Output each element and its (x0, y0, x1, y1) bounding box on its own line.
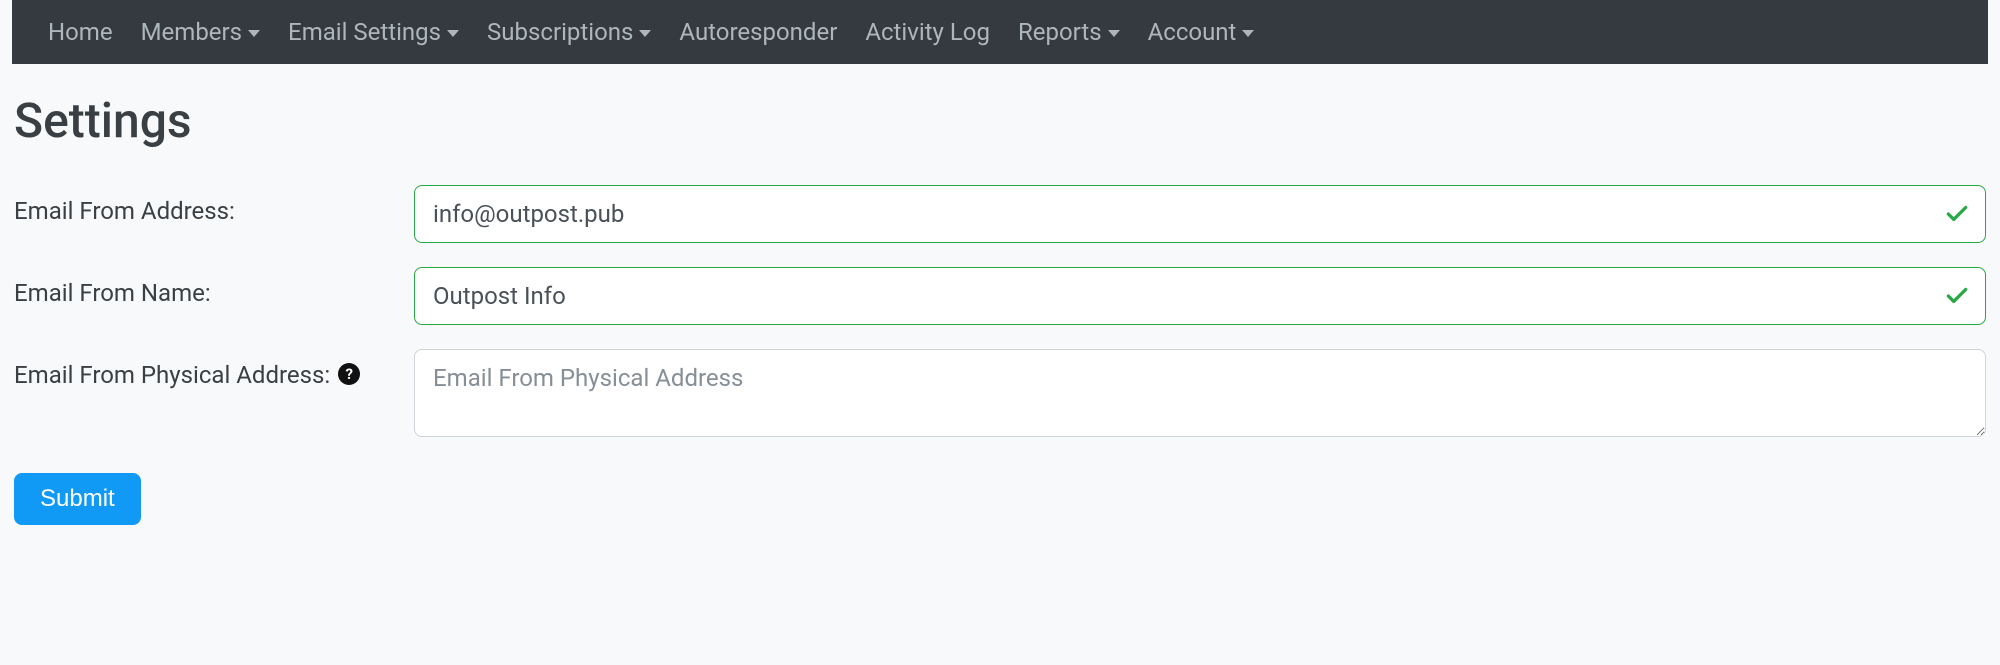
form-row-email-from-name: Email From Name: (14, 267, 1986, 325)
page-title: Settings (14, 92, 1986, 149)
form-row-email-from-address: Email From Address: (14, 185, 1986, 243)
navbar: Home Members Email Settings Subscription… (12, 0, 1988, 64)
nav-item-account[interactable]: Account (1148, 18, 1255, 46)
nav-item-autoresponder[interactable]: Autoresponder (679, 18, 837, 46)
field-wrap (414, 267, 1986, 325)
nav-label: Account (1148, 18, 1237, 46)
email-from-name-input[interactable] (414, 267, 1986, 325)
label-text: Email From Physical Address: (14, 361, 330, 389)
caret-down-icon (1108, 30, 1120, 37)
field-wrap (414, 349, 1986, 441)
caret-down-icon (1242, 30, 1254, 37)
caret-down-icon (639, 30, 651, 37)
nav-label: Subscriptions (487, 18, 633, 46)
email-from-physical-address-input[interactable] (414, 349, 1986, 437)
caret-down-icon (248, 30, 260, 37)
label-email-from-name: Email From Name: (14, 267, 414, 307)
nav-label: Members (141, 18, 242, 46)
help-icon[interactable]: ? (338, 363, 360, 385)
nav-item-members[interactable]: Members (141, 18, 260, 46)
form-row-email-from-physical-address: Email From Physical Address: ? (14, 349, 1986, 441)
nav-label: Home (48, 18, 113, 46)
nav-item-activity-log[interactable]: Activity Log (865, 18, 990, 46)
nav-label: Reports (1018, 18, 1102, 46)
page-content: Settings Email From Address: Email From … (0, 64, 2000, 555)
caret-down-icon (447, 30, 459, 37)
submit-button[interactable]: Submit (14, 473, 141, 525)
nav-item-email-settings[interactable]: Email Settings (288, 18, 459, 46)
email-from-address-input[interactable] (414, 185, 1986, 243)
nav-item-subscriptions[interactable]: Subscriptions (487, 18, 651, 46)
field-wrap (414, 185, 1986, 243)
nav-label: Email Settings (288, 18, 441, 46)
nav-item-home[interactable]: Home (48, 18, 113, 46)
nav-label: Activity Log (865, 18, 990, 46)
label-email-from-address: Email From Address: (14, 185, 414, 225)
label-email-from-physical-address: Email From Physical Address: ? (14, 349, 414, 389)
nav-label: Autoresponder (679, 18, 837, 46)
nav-item-reports[interactable]: Reports (1018, 18, 1120, 46)
